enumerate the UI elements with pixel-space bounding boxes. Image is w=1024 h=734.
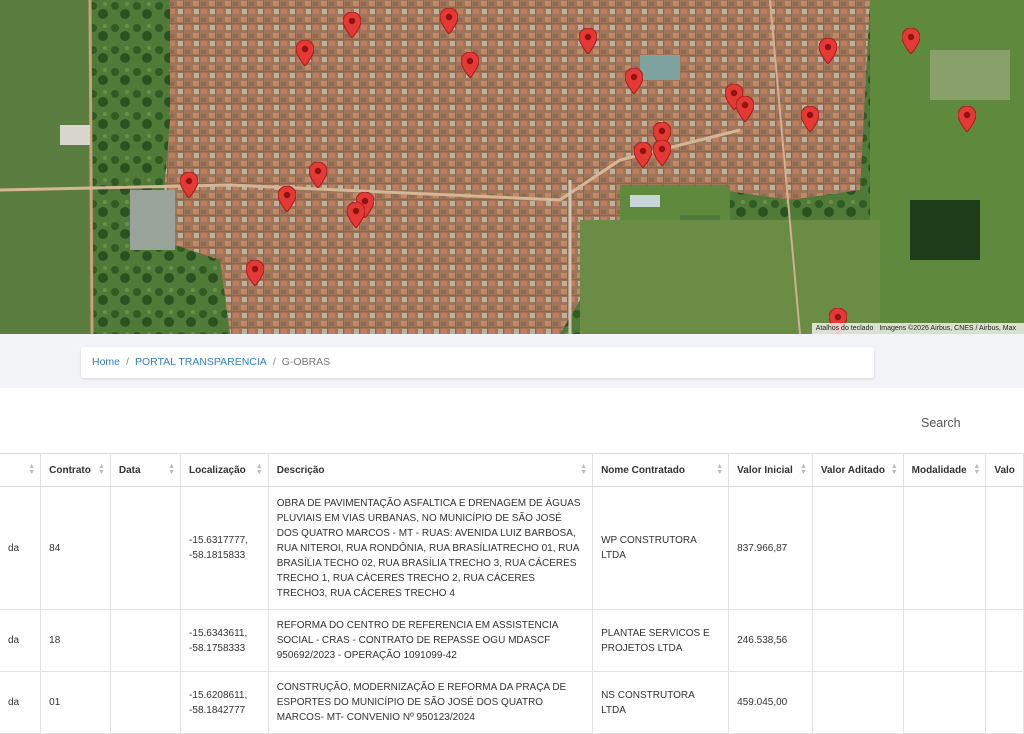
table-header-row: ▲ ▼ Contrato ▲ ▼ Data ▲ ▼ Localização ▲ ▼ Descr…: [0, 453, 1024, 487]
cell-data: [110, 609, 182, 672]
cell-contrato: 18: [40, 609, 111, 672]
cell-valor-inicial: 837.966,87: [728, 486, 813, 610]
sort-arrows-icon: ▲ ▼: [97, 463, 105, 476]
cell-contratado: WP CONSTRUTORA LTDA: [592, 486, 730, 610]
map-marker-icon[interactable]: [819, 38, 837, 64]
map-marker-icon[interactable]: [958, 106, 976, 132]
map-attribution: Atalhos do teclado Imagens ©2026 Airbus,…: [811, 323, 1024, 334]
column-header-contrato[interactable]: Contrato ▲ ▼: [40, 453, 111, 487]
table-row[interactable]: da 18 -15.6343611, -58.1758333 REFORMA D…: [0, 609, 1024, 672]
sort-arrows-icon: ▲ ▼: [973, 463, 981, 476]
map-marker-icon[interactable]: [801, 106, 819, 132]
cell-modalidade: [903, 671, 987, 734]
map-marker-icon[interactable]: [180, 172, 198, 198]
map-marker-icon[interactable]: [579, 28, 597, 54]
breadcrumb-home-link[interactable]: Home: [92, 356, 120, 368]
cell-valor: [985, 486, 1024, 610]
breadcrumb-separator: /: [126, 356, 129, 368]
cell-contratado: PLANTAE SERVICOS E PROJETOS LTDA: [592, 609, 730, 672]
cell-modalidade: [903, 486, 987, 610]
imagery-credit: Imagens ©2026 Airbus, CNES / Airbus, Max: [879, 325, 1016, 332]
search-label: Search: [921, 416, 961, 430]
cell-modalidade: [903, 609, 987, 672]
map-marker-icon[interactable]: [309, 162, 327, 188]
column-header-valor-aditado[interactable]: Valor Aditado ▲ ▼: [812, 453, 904, 487]
map-marker-icon[interactable]: [461, 52, 479, 78]
map-marker-icon[interactable]: [296, 40, 314, 66]
column-header-descricao[interactable]: Descrição ▲ ▼: [268, 453, 594, 487]
cell-contrato: 01: [40, 671, 111, 734]
keyboard-shortcuts-link[interactable]: Atalhos do teclado: [816, 325, 874, 332]
cell-data: [110, 486, 182, 610]
map-marker-icon[interactable]: [625, 68, 643, 94]
column-header-localizacao[interactable]: Localização ▲ ▼: [180, 453, 269, 487]
cell-contrato: 84: [40, 486, 111, 610]
map-marker-icon[interactable]: [278, 186, 296, 212]
sort-arrows-icon: ▲ ▼: [580, 463, 588, 476]
breadcrumb-portal-link[interactable]: PORTAL TRANSPARENCIA: [135, 356, 267, 368]
cell-valor: [985, 671, 1024, 734]
map-marker-icon[interactable]: [634, 142, 652, 168]
cell-localizacao: -15.6343611, -58.1758333: [180, 609, 269, 672]
breadcrumb-current: G-OBRAS: [281, 356, 331, 368]
map-marker-icon[interactable]: [736, 96, 754, 122]
breadcrumb: Home / PORTAL TRANSPARENCIA / G-OBRAS: [81, 347, 874, 378]
cell-valor-inicial: 459.045,00: [728, 671, 813, 734]
breadcrumb-separator: /: [272, 356, 276, 368]
column-header-nome-contratado[interactable]: Nome Contratado ▲ ▼: [592, 453, 730, 487]
cell-valor-aditado: [812, 671, 904, 734]
cell-descricao: REFORMA DO CENTRO DE REFERENCIA EM ASSIS…: [268, 609, 594, 672]
cell-descricao: CONSTRUÇÃO, MODERNIZAÇÃO E REFORMA DA PR…: [268, 671, 594, 734]
cell-descricao: OBRA DE PAVIMENTAÇÃO ASFALTICA E DRENAGE…: [268, 486, 594, 610]
map-marker-icon[interactable]: [347, 202, 365, 228]
cell-valor-aditado: [812, 609, 904, 672]
column-header-modalidade[interactable]: Modalidade ▲ ▼: [903, 453, 987, 487]
column-header-valor[interactable]: Valo: [985, 453, 1024, 487]
cell-valor: [985, 609, 1024, 672]
cell-localizacao: -15.6317777, -58.1815833: [180, 486, 269, 610]
sort-arrows-icon: ▲ ▼: [890, 463, 898, 476]
cell-localizacao: -15.6208611, -58.1842777: [180, 671, 269, 734]
map-marker-icon[interactable]: [246, 260, 264, 286]
satellite-imagery: [0, 0, 1024, 334]
cell-valor-aditado: [812, 486, 904, 610]
column-header-data[interactable]: Data ▲ ▼: [110, 453, 182, 487]
column-header-valor-inicial[interactable]: Valor Inicial ▲ ▼: [728, 453, 813, 487]
cell-contratado: NS CONSTRUTORA LTDA: [592, 671, 730, 734]
sort-arrows-icon: ▲ ▼: [168, 463, 176, 476]
cell-status: da: [0, 486, 42, 610]
table-row[interactable]: da 84 -15.6317777, -58.1815833 OBRA DE P…: [0, 486, 1024, 610]
sort-arrows-icon: ▲ ▼: [255, 463, 263, 476]
map-view[interactable]: Atalhos do teclado Imagens ©2026 Airbus,…: [0, 0, 1024, 334]
table-row[interactable]: da 01 -15.6208611, -58.1842777 CONSTRUÇÃ…: [0, 671, 1024, 734]
cell-status: da: [0, 609, 42, 672]
obras-table: ▲ ▼ Contrato ▲ ▼ Data ▲ ▼ Localização ▲ ▼ Descr…: [0, 453, 1024, 734]
cell-valor-inicial: 246.538,56: [728, 609, 813, 672]
column-header-status[interactable]: ▲ ▼: [0, 453, 42, 487]
sort-arrows-icon: ▲ ▼: [28, 463, 36, 476]
map-marker-icon[interactable]: [902, 28, 920, 54]
cell-data: [110, 671, 182, 734]
sort-arrows-icon: ▲ ▼: [716, 463, 724, 476]
map-marker-icon[interactable]: [653, 140, 671, 166]
sort-arrows-icon: ▲ ▼: [799, 463, 807, 476]
map-marker-icon[interactable]: [343, 12, 361, 38]
cell-status: da: [0, 671, 42, 734]
map-marker-icon[interactable]: [440, 8, 458, 34]
